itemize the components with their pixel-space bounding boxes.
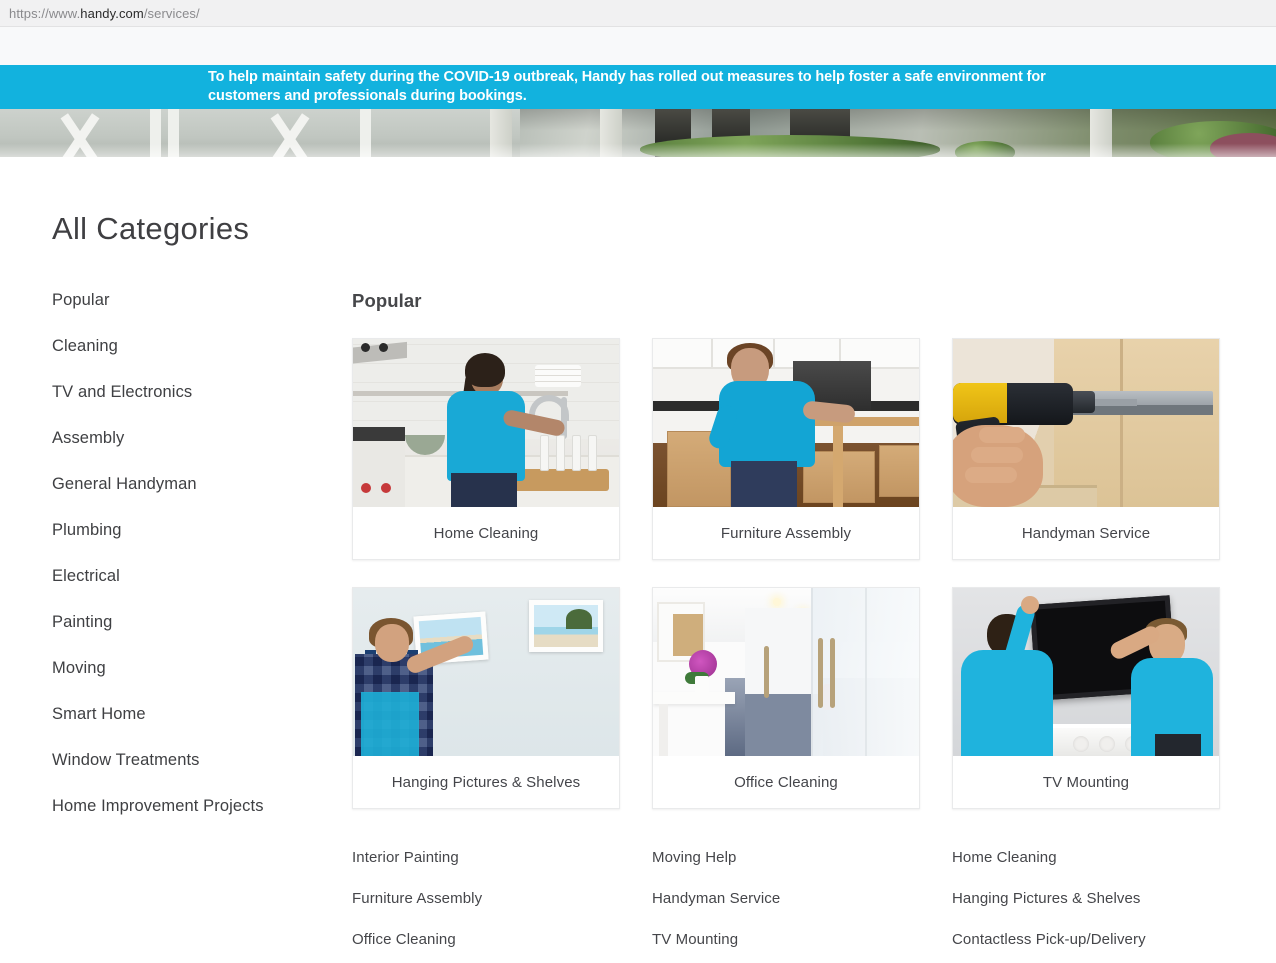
service-card-label: Furniture Assembly <box>720 524 852 542</box>
home-cleaning-image <box>353 339 619 507</box>
sidebar-item-general-handyman[interactable]: General Handyman <box>52 476 197 493</box>
tv-mounting-image <box>953 588 1219 756</box>
service-card-furniture-assembly[interactable]: Furniture Assembly <box>652 338 920 560</box>
sidebar-item-cleaning[interactable]: Cleaning <box>52 338 118 355</box>
service-link-contactless-pickup-delivery[interactable]: Contactless Pick-up/Delivery <box>952 931 1146 948</box>
page-body: To help maintain safety during the COVID… <box>0 27 1276 963</box>
service-card-label: Office Cleaning <box>734 773 838 791</box>
page-title: All Categories <box>52 211 250 246</box>
service-card-grid: Home Cleaning Furniture Assembly Handyma… <box>352 338 1252 809</box>
hero-image-strip <box>0 109 1276 157</box>
furniture-assembly-image <box>653 339 919 507</box>
service-card-handyman-service[interactable]: Handyman Service <box>952 338 1220 560</box>
browser-url-bar[interactable]: https://www. handy.com/services/ <box>0 0 1276 27</box>
covid-safety-banner: To help maintain safety during the COVID… <box>0 65 1276 109</box>
category-sidebar: Popular Cleaning TV and Electronics Asse… <box>52 290 352 948</box>
service-card-tv-mounting[interactable]: TV Mounting <box>952 587 1220 809</box>
sidebar-item-popular[interactable]: Popular <box>52 292 110 309</box>
url-host: handy.com <box>80 5 144 21</box>
service-link-office-cleaning[interactable]: Office Cleaning <box>352 931 456 948</box>
covid-banner-text: To help maintain safety during the COVID… <box>208 68 1046 104</box>
sidebar-item-window-treatments[interactable]: Window Treatments <box>52 752 200 769</box>
sidebar-item-home-improvement-projects[interactable]: Home Improvement Projects <box>52 798 264 815</box>
service-card-label: Home Cleaning <box>433 524 539 542</box>
sidebar-item-assembly[interactable]: Assembly <box>52 430 124 447</box>
service-card-hanging-pictures-shelves[interactable]: Hanging Pictures & Shelves <box>352 587 620 809</box>
section-title-popular: Popular <box>352 290 422 311</box>
service-link-handyman-service[interactable]: Handyman Service <box>652 890 780 907</box>
content-layout: Popular Cleaning TV and Electronics Asse… <box>0 290 1276 948</box>
sidebar-item-plumbing[interactable]: Plumbing <box>52 522 122 539</box>
service-card-label: Handyman Service <box>1021 524 1151 542</box>
service-card-label: TV Mounting <box>1042 773 1130 791</box>
sidebar-item-painting[interactable]: Painting <box>52 614 112 631</box>
services-main-column: Popular Home Cleaning Furniture Assembly… <box>352 290 1276 948</box>
service-link-moving-help[interactable]: Moving Help <box>652 849 736 866</box>
service-link-grid: Interior Painting Moving Help Home Clean… <box>352 849 1252 948</box>
main-content: All Categories Popular Cleaning TV and E… <box>0 211 1276 948</box>
sidebar-item-electrical[interactable]: Electrical <box>52 568 120 585</box>
sidebar-item-smart-home[interactable]: Smart Home <box>52 706 146 723</box>
service-card-office-cleaning[interactable]: Office Cleaning <box>652 587 920 809</box>
office-cleaning-image <box>653 588 919 756</box>
service-card-home-cleaning[interactable]: Home Cleaning <box>352 338 620 560</box>
sidebar-item-tv-electronics[interactable]: TV and Electronics <box>52 384 192 401</box>
service-link-tv-mounting[interactable]: TV Mounting <box>652 931 738 948</box>
hanging-pictures-image <box>353 588 619 756</box>
handyman-service-image <box>953 339 1219 507</box>
hero-bottom-fade <box>0 109 1276 157</box>
service-card-label: Hanging Pictures & Shelves <box>391 773 581 791</box>
service-link-interior-painting[interactable]: Interior Painting <box>352 849 459 866</box>
sidebar-item-moving[interactable]: Moving <box>52 660 106 677</box>
service-link-hanging-pictures-shelves[interactable]: Hanging Pictures & Shelves <box>952 890 1141 907</box>
url-path: /services/ <box>143 5 200 21</box>
service-link-home-cleaning[interactable]: Home Cleaning <box>952 849 1057 866</box>
url-prefix: https://www. <box>9 5 81 21</box>
header-spacer <box>0 27 1276 65</box>
service-link-furniture-assembly[interactable]: Furniture Assembly <box>352 890 482 907</box>
